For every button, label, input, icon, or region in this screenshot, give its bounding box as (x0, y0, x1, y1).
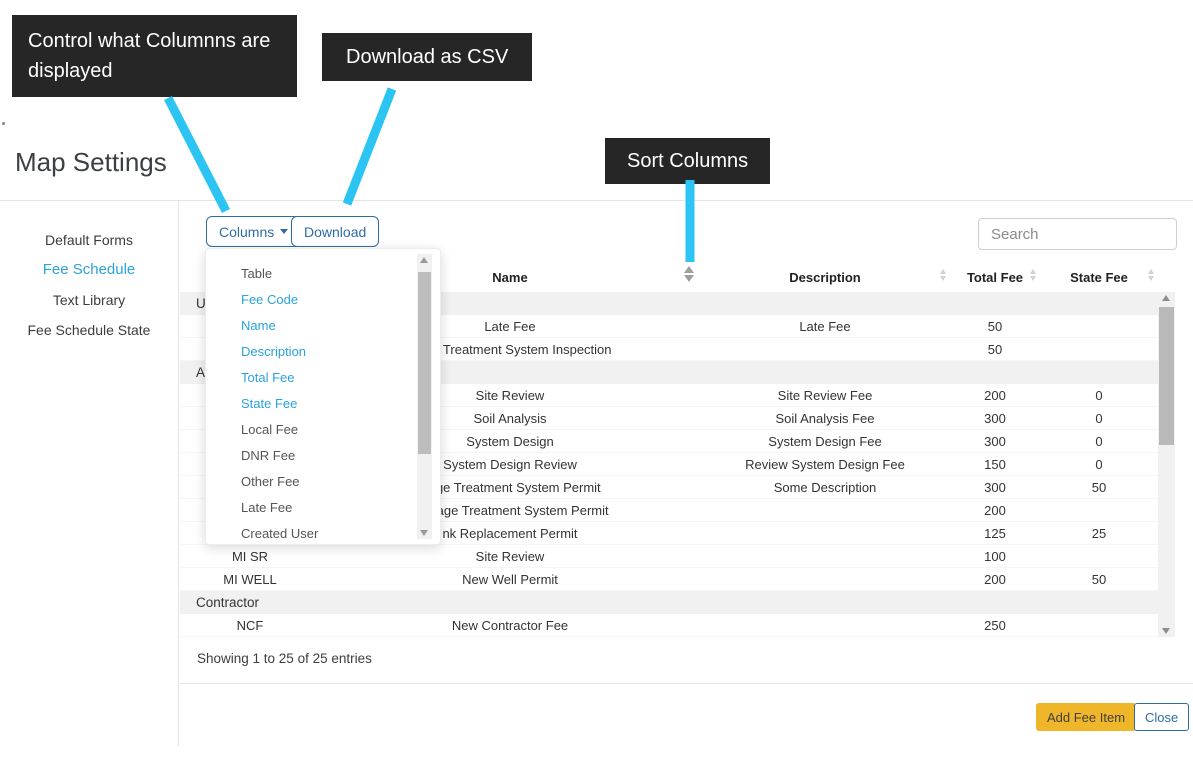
settings-sidebar: Default FormsFee ScheduleText LibraryFee… (0, 225, 178, 345)
menu-item-dnr-fee[interactable]: DNR Fee (206, 443, 440, 469)
cell-total-fee: 100 (950, 549, 1040, 564)
add-fee-item-button[interactable]: Add Fee Item (1036, 703, 1136, 731)
scroll-up-icon[interactable] (1162, 295, 1170, 301)
sidebar-divider (178, 201, 179, 746)
column-header-label: Name (492, 270, 527, 285)
menu-item-fee-code[interactable]: Fee Code (206, 287, 440, 313)
scroll-down-icon[interactable] (420, 530, 428, 536)
cell-description: Late Fee (700, 319, 950, 334)
download-button-label: Download (304, 224, 366, 240)
cell-state-fee: 0 (1040, 457, 1158, 472)
cell-total-fee: 150 (950, 457, 1040, 472)
menu-item-local-fee[interactable]: Local Fee (206, 417, 440, 443)
cell-total-fee: 300 (950, 411, 1040, 426)
caret-down-icon (280, 229, 288, 234)
table-row[interactable]: MI SRSite Review 100 (180, 545, 1158, 568)
cell-fee-code: MI SR (180, 549, 320, 564)
column-header-label: Description (789, 270, 861, 285)
menu-item-created-user[interactable]: Created User (206, 521, 440, 547)
cell-name: New Contractor Fee (320, 618, 700, 633)
table-scrollbar[interactable] (1158, 292, 1175, 637)
cell-total-fee: 250 (950, 618, 1040, 633)
menu-item-name[interactable]: Name (206, 313, 440, 339)
scroll-down-icon[interactable] (1162, 628, 1170, 634)
column-header-label: Total Fee (967, 270, 1023, 285)
sort-arrows-icon[interactable] (1030, 269, 1036, 281)
cell-description: Site Review Fee (700, 388, 950, 403)
search-input[interactable] (978, 218, 1177, 250)
menu-item-table[interactable]: Table (206, 261, 440, 287)
cell-state-fee: 50 (1040, 480, 1158, 495)
download-button[interactable]: Download (291, 216, 379, 247)
table-scrollbar-thumb[interactable] (1159, 307, 1174, 445)
cell-fee-code: NCF (180, 618, 320, 633)
group-label: Contractor (180, 595, 259, 610)
cell-fee-code: MI WELL (180, 572, 320, 587)
cell-name: Site Review (320, 549, 700, 564)
sort-annotation: Sort Columns (605, 138, 770, 184)
table-row[interactable]: MI WELLNew Well Permit 20050 (180, 568, 1158, 591)
columns-annotation: Control what Columnns are displayed (12, 15, 297, 97)
column-header-total-fee[interactable]: Total Fee (950, 262, 1040, 292)
column-header-description[interactable]: Description (700, 262, 950, 292)
columns-dropdown-menu: TableFee CodeNameDescriptionTotal FeeSta… (205, 248, 441, 545)
dropdown-scrollbar[interactable] (417, 254, 432, 539)
cell-description: Some Description (700, 480, 950, 495)
cell-total-fee: 50 (950, 319, 1040, 334)
cell-total-fee: 200 (950, 388, 1040, 403)
cell-state-fee: 0 (1040, 434, 1158, 449)
sort-arrows-icon[interactable] (1148, 269, 1154, 281)
menu-item-state-fee[interactable]: State Fee (206, 391, 440, 417)
cell-state-fee: 50 (1040, 572, 1158, 587)
footer-divider (180, 683, 1193, 684)
sidebar-item-default-forms[interactable]: Default Forms (0, 225, 178, 255)
scroll-up-icon[interactable] (420, 257, 428, 263)
menu-item-description[interactable]: Description (206, 339, 440, 365)
cell-name: New Well Permit (320, 572, 700, 587)
table-group-row: Contractor (180, 591, 1158, 614)
page-title: Map Settings (15, 147, 167, 178)
sidebar-item-text-library[interactable]: Text Library (0, 285, 178, 315)
cell-state-fee: 25 (1040, 526, 1158, 541)
close-button[interactable]: Close (1134, 703, 1189, 731)
group-label: A (180, 365, 205, 380)
cell-state-fee: 0 (1040, 388, 1158, 403)
stray-mark (2, 122, 5, 125)
group-label: U (180, 296, 206, 311)
download-annotation: Download as CSV (322, 33, 532, 81)
cell-total-fee: 200 (950, 572, 1040, 587)
menu-item-late-fee[interactable]: Late Fee (206, 495, 440, 521)
column-header-state-fee[interactable]: State Fee (1040, 262, 1158, 292)
cell-total-fee: 50 (950, 342, 1040, 357)
menu-item-other-fee[interactable]: Other Fee (206, 469, 440, 495)
cell-total-fee: 125 (950, 526, 1040, 541)
cell-total-fee: 300 (950, 434, 1040, 449)
cell-total-fee: 300 (950, 480, 1040, 495)
column-header-label: State Fee (1070, 270, 1128, 285)
dropdown-scrollbar-thumb[interactable] (418, 272, 431, 454)
cell-total-fee: 200 (950, 503, 1040, 518)
entries-summary: Showing 1 to 25 of 25 entries (197, 651, 372, 666)
columns-button-label: Columns (219, 224, 274, 240)
sidebar-item-fee-schedule-state[interactable]: Fee Schedule State (0, 315, 178, 345)
sort-arrows-icon[interactable] (940, 269, 946, 281)
cell-description: System Design Fee (700, 434, 950, 449)
sidebar-item-fee-schedule[interactable]: Fee Schedule (0, 255, 178, 285)
cell-description: Review System Design Fee (700, 457, 950, 472)
table-row[interactable]: NCFNew Contractor Fee 250 (180, 614, 1158, 637)
sort-arrows-icon[interactable] (684, 266, 694, 282)
menu-item-total-fee[interactable]: Total Fee (206, 365, 440, 391)
cell-state-fee: 0 (1040, 411, 1158, 426)
columns-button[interactable]: Columns (206, 216, 301, 247)
cell-description: Soil Analysis Fee (700, 411, 950, 426)
